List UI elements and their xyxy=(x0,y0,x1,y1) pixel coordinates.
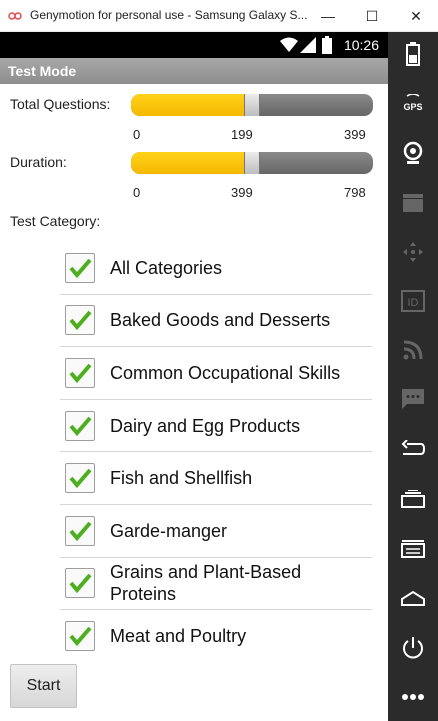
duration-max: 798 xyxy=(344,185,366,200)
check-icon xyxy=(69,363,92,384)
questions-value: 199 xyxy=(231,127,253,142)
check-icon xyxy=(69,416,92,436)
category-item-label: Baked Goods and Desserts xyxy=(110,310,331,331)
dpad-icon[interactable] xyxy=(388,232,438,272)
category-item-dairy-egg[interactable]: Dairy and Egg Products xyxy=(60,400,372,453)
genymotion-logo-icon xyxy=(8,12,22,20)
checkbox[interactable] xyxy=(65,357,95,388)
id-text: ID xyxy=(408,297,419,309)
category-item-label: All Categories xyxy=(110,257,223,278)
maximize-button[interactable]: ☐ xyxy=(350,0,394,32)
category-checklist: All Categories Baked Goods and Desserts … xyxy=(60,242,372,663)
check-icon xyxy=(69,311,92,331)
power-icon[interactable] xyxy=(388,628,438,668)
window-titlebar: Genymotion for personal use - Samsung Ga… xyxy=(0,0,438,32)
check-icon xyxy=(69,468,92,489)
checkbox[interactable] xyxy=(65,568,95,599)
media-icon[interactable] xyxy=(388,183,438,223)
minimize-button[interactable]: — xyxy=(306,0,350,32)
questions-max: 399 xyxy=(344,127,366,142)
start-button[interactable]: Start xyxy=(10,664,77,708)
category-item-baked-goods[interactable]: Baked Goods and Desserts xyxy=(60,295,372,348)
signal-icon xyxy=(300,37,316,53)
questions-label: Total Questions: xyxy=(10,96,111,112)
duration-slider-thumb[interactable] xyxy=(244,152,260,174)
checkbox[interactable] xyxy=(65,463,95,494)
status-time: 10:26 xyxy=(343,37,379,53)
category-item-label: Meat and Poultry xyxy=(110,626,247,647)
genymotion-toolbar: GPS ID xyxy=(388,32,438,721)
page-title: Test Mode xyxy=(8,63,77,79)
sms-icon[interactable] xyxy=(388,379,438,419)
battery-status-icon xyxy=(322,36,332,54)
category-item-meat-poultry[interactable]: Meat and Poultry xyxy=(60,610,372,663)
category-item-label: Grains and Plant-Based Proteins xyxy=(110,562,302,605)
duration-min: 0 xyxy=(133,185,141,200)
category-item-all[interactable]: All Categories xyxy=(60,242,372,295)
gps-icon[interactable]: GPS xyxy=(388,84,438,124)
category-item-occupational-skills[interactable]: Common Occupational Skills xyxy=(60,347,372,400)
category-label: Test Category: xyxy=(10,213,101,229)
questions-slider-thumb[interactable] xyxy=(244,94,260,116)
duration-label: Duration: xyxy=(10,154,67,170)
check-icon xyxy=(69,574,92,594)
menu-icon[interactable] xyxy=(388,529,438,569)
android-statusbar: 10:26 xyxy=(0,32,388,58)
window-title: Genymotion for personal use - Samsung Ga… xyxy=(30,8,308,22)
more-icon[interactable] xyxy=(388,677,438,717)
rss-icon[interactable] xyxy=(388,330,438,370)
questions-slider-fill xyxy=(131,94,252,116)
camera-icon[interactable] xyxy=(388,133,438,173)
category-item-label: Dairy and Egg Products xyxy=(110,415,301,436)
checkbox[interactable] xyxy=(65,410,95,441)
category-item-label: Fish and Shellfish xyxy=(110,468,253,489)
category-item-label: Garde-manger xyxy=(110,520,228,541)
duration-slider-fill xyxy=(131,152,252,174)
home-icon[interactable] xyxy=(388,578,438,618)
checkbox[interactable] xyxy=(65,252,95,283)
category-item-garde-manger[interactable]: Garde-manger xyxy=(60,505,372,558)
questions-slider[interactable] xyxy=(131,94,373,116)
check-icon xyxy=(69,521,92,541)
checkbox[interactable] xyxy=(65,621,95,652)
close-button[interactable]: ✕ xyxy=(394,0,438,32)
check-icon xyxy=(69,258,92,278)
category-item-label: Common Occupational Skills xyxy=(110,362,341,383)
questions-min: 0 xyxy=(133,127,141,142)
duration-value: 399 xyxy=(231,185,253,200)
duration-slider[interactable] xyxy=(131,152,373,174)
back-icon[interactable] xyxy=(388,429,438,469)
checkbox[interactable] xyxy=(65,515,95,546)
category-item-grains[interactable]: Grains and Plant-Based Proteins xyxy=(60,558,372,611)
check-icon xyxy=(69,627,92,647)
recent-apps-icon[interactable] xyxy=(388,479,438,519)
test-mode-form: Total Questions: 0 199 399 Duration: 0 3… xyxy=(0,84,388,721)
gps-text: GPS xyxy=(403,102,422,112)
checkbox[interactable] xyxy=(65,305,95,336)
wifi-icon xyxy=(280,37,298,52)
category-item-fish-shellfish[interactable]: Fish and Shellfish xyxy=(60,452,372,505)
action-bar: Test Mode xyxy=(0,58,388,84)
id-icon[interactable]: ID xyxy=(388,281,438,321)
battery-icon[interactable] xyxy=(388,34,438,74)
